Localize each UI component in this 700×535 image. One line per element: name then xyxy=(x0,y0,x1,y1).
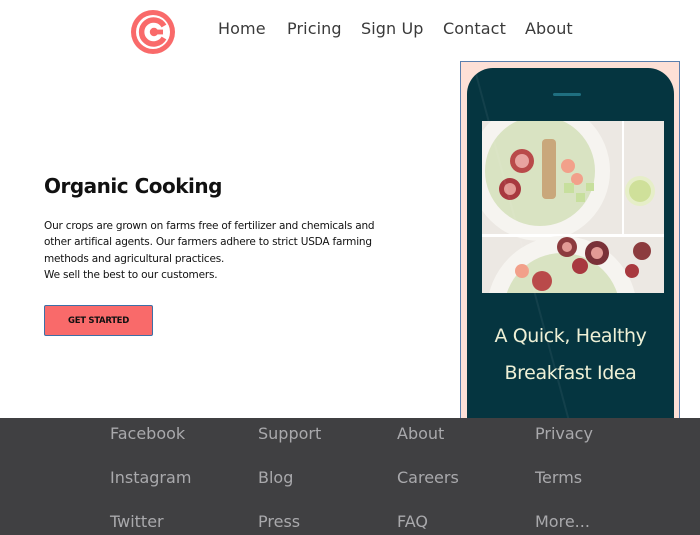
footer-link-blog[interactable]: Blog xyxy=(258,468,293,487)
get-started-button[interactable]: GET STARTED xyxy=(44,305,153,336)
footer-link-more[interactable]: More... xyxy=(535,512,590,531)
footer-link-faq[interactable]: FAQ xyxy=(397,512,428,531)
hero-description-line: Our crops are grown on farms free of fer… xyxy=(44,220,375,232)
hero-title: Organic Cooking xyxy=(44,174,222,198)
hero-description-line: methods and agricultural practices. xyxy=(44,252,225,265)
footer-link-facebook[interactable]: Facebook xyxy=(110,424,185,443)
phone-caption-line: A Quick, Healthy xyxy=(494,325,647,347)
hero-description: Our crops are grown on farms free of fer… xyxy=(44,218,384,283)
footer-link-twitter[interactable]: Twitter xyxy=(110,512,164,531)
footer-link-support[interactable]: Support xyxy=(258,424,321,443)
site-footer: Facebook Instagram Twitter Support Blog … xyxy=(0,418,700,535)
phone-mockup-frame: A Quick, Healthy Breakfast Idea xyxy=(460,61,680,421)
nav-pricing-link[interactable]: Pricing xyxy=(287,19,342,38)
footer-link-careers[interactable]: Careers xyxy=(397,468,459,487)
hero-description-line: other artifical agents. Our farmers adhe… xyxy=(44,236,372,249)
footer-link-privacy[interactable]: Privacy xyxy=(535,424,593,443)
phone-caption-line: Breakfast Idea xyxy=(504,362,637,384)
hero-description-line: We sell the best to our customers. xyxy=(44,268,218,281)
footer-link-press[interactable]: Press xyxy=(258,512,300,531)
phone-mockup: A Quick, Healthy Breakfast Idea xyxy=(467,68,674,420)
phone-caption: A Quick, Healthy Breakfast Idea xyxy=(467,318,674,392)
nav-signup-link[interactable]: Sign Up xyxy=(361,19,424,38)
brand-logo-icon[interactable] xyxy=(127,8,179,56)
nav-home-link[interactable]: Home xyxy=(218,19,266,38)
footer-link-terms[interactable]: Terms xyxy=(535,468,582,487)
nav-contact-link[interactable]: Contact xyxy=(443,19,506,38)
footer-link-about[interactable]: About xyxy=(397,424,444,443)
breakfast-photo xyxy=(482,121,664,293)
phone-speaker xyxy=(553,93,581,96)
nav-about-link[interactable]: About xyxy=(525,19,573,38)
footer-link-instagram[interactable]: Instagram xyxy=(110,468,191,487)
